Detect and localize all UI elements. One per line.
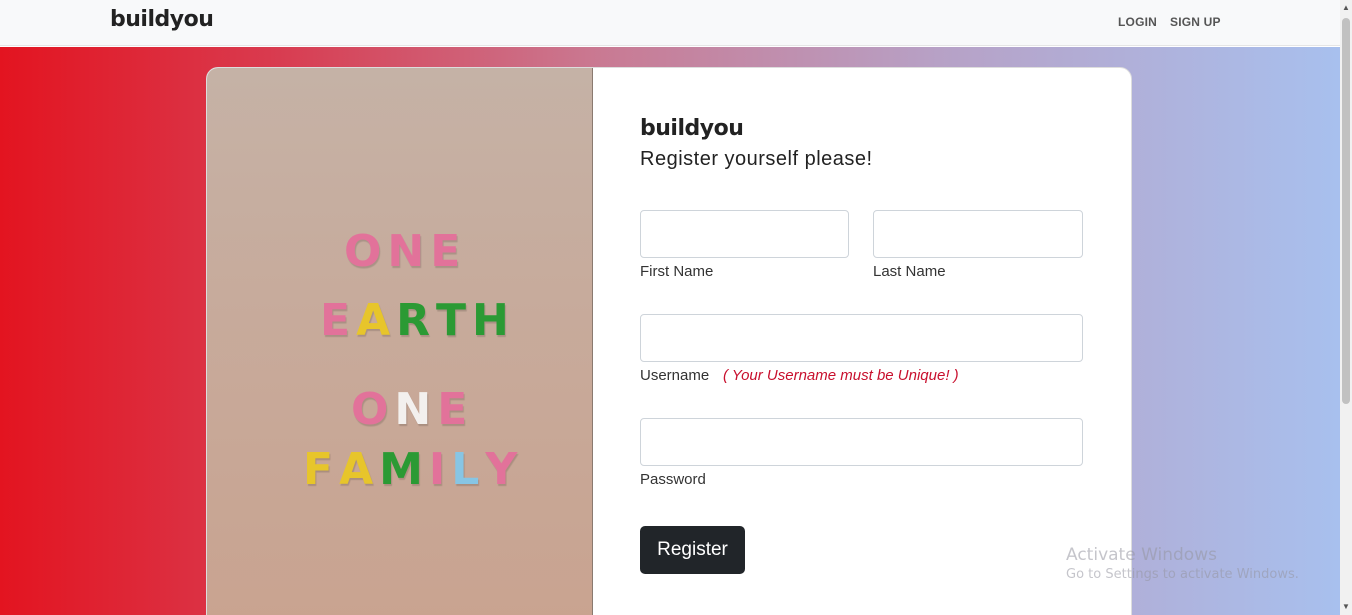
photo-letter: N: [394, 384, 438, 435]
top-navbar: buildyou LOGIN SIGN UP: [0, 0, 1340, 46]
photo-letter: E: [437, 384, 474, 435]
photo-letter: T: [436, 295, 473, 346]
watermark-title: Activate Windows: [1066, 545, 1217, 565]
brand-logo[interactable]: buildyou: [110, 7, 214, 32]
register-button[interactable]: Register: [640, 526, 745, 574]
photo-letter: E: [320, 295, 357, 346]
last-name-label: Last Name: [873, 263, 946, 280]
photo-letter: Y: [485, 444, 524, 495]
password-label: Password: [640, 471, 706, 488]
photo-letter: O: [351, 384, 395, 435]
last-name-input[interactable]: [873, 210, 1083, 258]
photo-word-one: ONE: [344, 226, 466, 277]
photo-letter: E: [430, 226, 467, 277]
register-form: buildyou Register yourself please! First…: [593, 68, 1131, 615]
form-brand-logo: buildyou: [640, 116, 744, 141]
one-earth-one-family-image: ONE EARTH ONE FAMILY: [207, 68, 593, 615]
photo-letter: O: [344, 226, 388, 277]
signup-link[interactable]: SIGN UP: [1170, 15, 1221, 29]
activate-windows-watermark: Activate Windows Go to Settings to activ…: [1066, 545, 1299, 582]
photo-letter: N: [387, 226, 431, 277]
username-hint: ( Your Username must be Unique! ): [723, 367, 959, 384]
watermark-subtitle: Go to Settings to activate Windows.: [1066, 567, 1299, 582]
photo-word-earth: EARTH: [320, 295, 515, 346]
photo-letter: A: [339, 444, 380, 495]
photo-letter: H: [472, 295, 515, 346]
photo-letter: R: [396, 295, 437, 346]
scroll-up-icon[interactable]: ▲: [1340, 2, 1352, 14]
page-scrollbar[interactable]: ▲ ▼: [1340, 0, 1352, 615]
scroll-down-icon[interactable]: ▼: [1340, 601, 1352, 613]
photo-word-one-second: ONE: [351, 384, 473, 435]
photo-letter: A: [356, 295, 397, 346]
photo-letter: L: [451, 444, 486, 495]
username-label: Username: [640, 367, 710, 384]
photo-letter: I: [428, 444, 452, 495]
first-name-label: First Name: [640, 263, 714, 280]
scroll-thumb[interactable]: [1342, 18, 1350, 404]
photo-word-family: FAMILY: [303, 444, 523, 495]
login-link[interactable]: LOGIN: [1118, 15, 1157, 29]
form-title: Register yourself please!: [640, 148, 873, 170]
photo-letter: M: [379, 444, 429, 495]
brand-text: buildyou: [110, 7, 214, 32]
first-name-input[interactable]: [640, 210, 849, 258]
photo-letter: F: [303, 444, 340, 495]
username-input[interactable]: [640, 314, 1083, 362]
register-card: ONE EARTH ONE FAMILY buildyou Register y…: [206, 67, 1132, 615]
password-input[interactable]: [640, 418, 1083, 466]
